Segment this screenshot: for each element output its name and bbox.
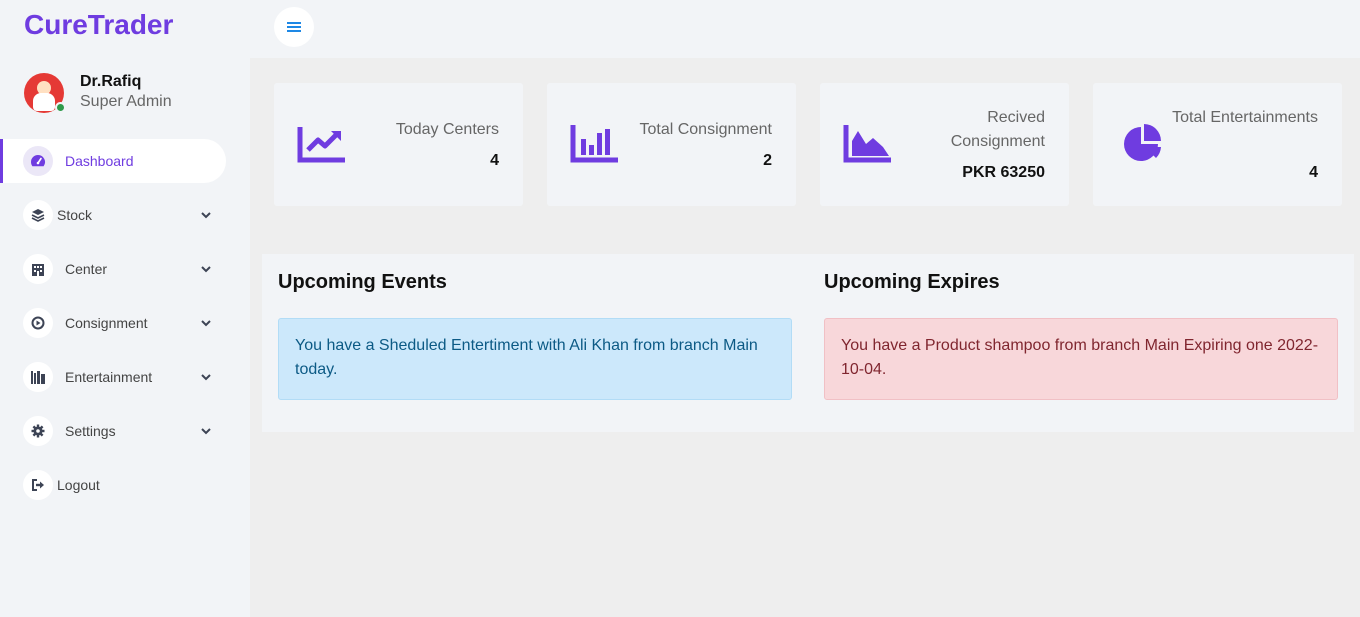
sidebar-item-label: Entertainment <box>65 369 153 385</box>
sidebar-item-entertainment[interactable]: Entertainment <box>0 355 250 399</box>
stat-value: PKR 63250 <box>962 164 1045 181</box>
play-circle-icon <box>23 308 53 338</box>
gauge-icon <box>23 146 53 176</box>
user-role: Super Admin <box>80 93 172 110</box>
stat-value: 4 <box>1309 164 1318 181</box>
brand-logo[interactable]: CureTrader <box>24 9 173 41</box>
upcoming-event-alert: You have a Sheduled Entertiment with Ali… <box>278 318 792 400</box>
shelves-icon <box>23 362 53 392</box>
sidebar-item-logout[interactable]: Logout <box>0 463 250 507</box>
chart-area-icon <box>843 125 891 163</box>
stat-value: 4 <box>490 152 499 169</box>
chevron-down-icon <box>201 266 211 273</box>
chart-bar-icon <box>570 125 618 163</box>
upcoming-expire-alert: You have a Product shampoo from branch M… <box>824 318 1338 400</box>
stat-card-total-entertainments: Total Entertainments 4 <box>1093 83 1342 206</box>
sidebar-item-label: Dashboard <box>65 153 134 169</box>
stat-label: Recived Consignment <box>950 109 1045 150</box>
user-name: Dr.Rafiq <box>80 73 142 90</box>
top-bar <box>250 0 1360 58</box>
user-profile: Dr.Rafiq Super Admin <box>24 72 172 113</box>
stat-label: Total Consignment <box>639 121 772 138</box>
chevron-down-icon <box>201 374 211 381</box>
stat-card-recived-consignment: Recived Consignment PKR 63250 <box>820 83 1069 206</box>
upcoming-events-title: Upcoming Events <box>278 271 447 293</box>
stat-card-today-centers: Today Centers 4 <box>274 83 523 206</box>
sidebar-item-label: Center <box>65 261 108 277</box>
upcoming-expires-title: Upcoming Expires <box>824 271 1000 293</box>
hamburger-icon <box>287 22 301 32</box>
chevron-down-icon <box>201 320 211 327</box>
layers-icon <box>23 200 53 230</box>
sidebar-item-settings[interactable]: Settings <box>0 409 250 453</box>
stat-label: Today Centers <box>395 121 499 138</box>
logout-icon <box>23 470 53 500</box>
sidebar-item-consignment[interactable]: Consignment <box>0 301 250 345</box>
building-icon <box>23 254 53 284</box>
sidebar: CureTrader Dr.Rafiq Super Admin Dashboar… <box>0 0 250 617</box>
gear-icon <box>23 416 53 446</box>
sidebar-item-dashboard[interactable]: Dashboard <box>0 139 226 183</box>
sidebar-item-label: Stock <box>57 207 93 223</box>
stat-value: 2 <box>763 152 772 169</box>
stat-card-total-consignment: Total Consignment 2 <box>547 83 796 206</box>
sidebar-item-stock[interactable]: Stock <box>0 193 250 237</box>
stat-label: Total Entertainments <box>1172 109 1318 126</box>
sidebar-item-label: Settings <box>65 423 116 439</box>
avatar <box>24 72 66 113</box>
menu-toggle-button[interactable] <box>274 7 314 47</box>
chevron-down-icon <box>201 428 211 435</box>
chevron-down-icon <box>201 212 211 219</box>
sidebar-item-label: Consignment <box>65 315 148 331</box>
chart-pie-icon <box>1124 124 1161 161</box>
sidebar-nav: Dashboard Stock Center Consignment Enter… <box>0 139 250 517</box>
upcoming-panel: Upcoming Events Upcoming Expires You hav… <box>262 254 1354 432</box>
online-status-dot <box>55 101 66 113</box>
sidebar-item-center[interactable]: Center <box>0 247 250 291</box>
sidebar-item-label: Logout <box>57 477 100 493</box>
chart-line-icon <box>297 127 345 163</box>
